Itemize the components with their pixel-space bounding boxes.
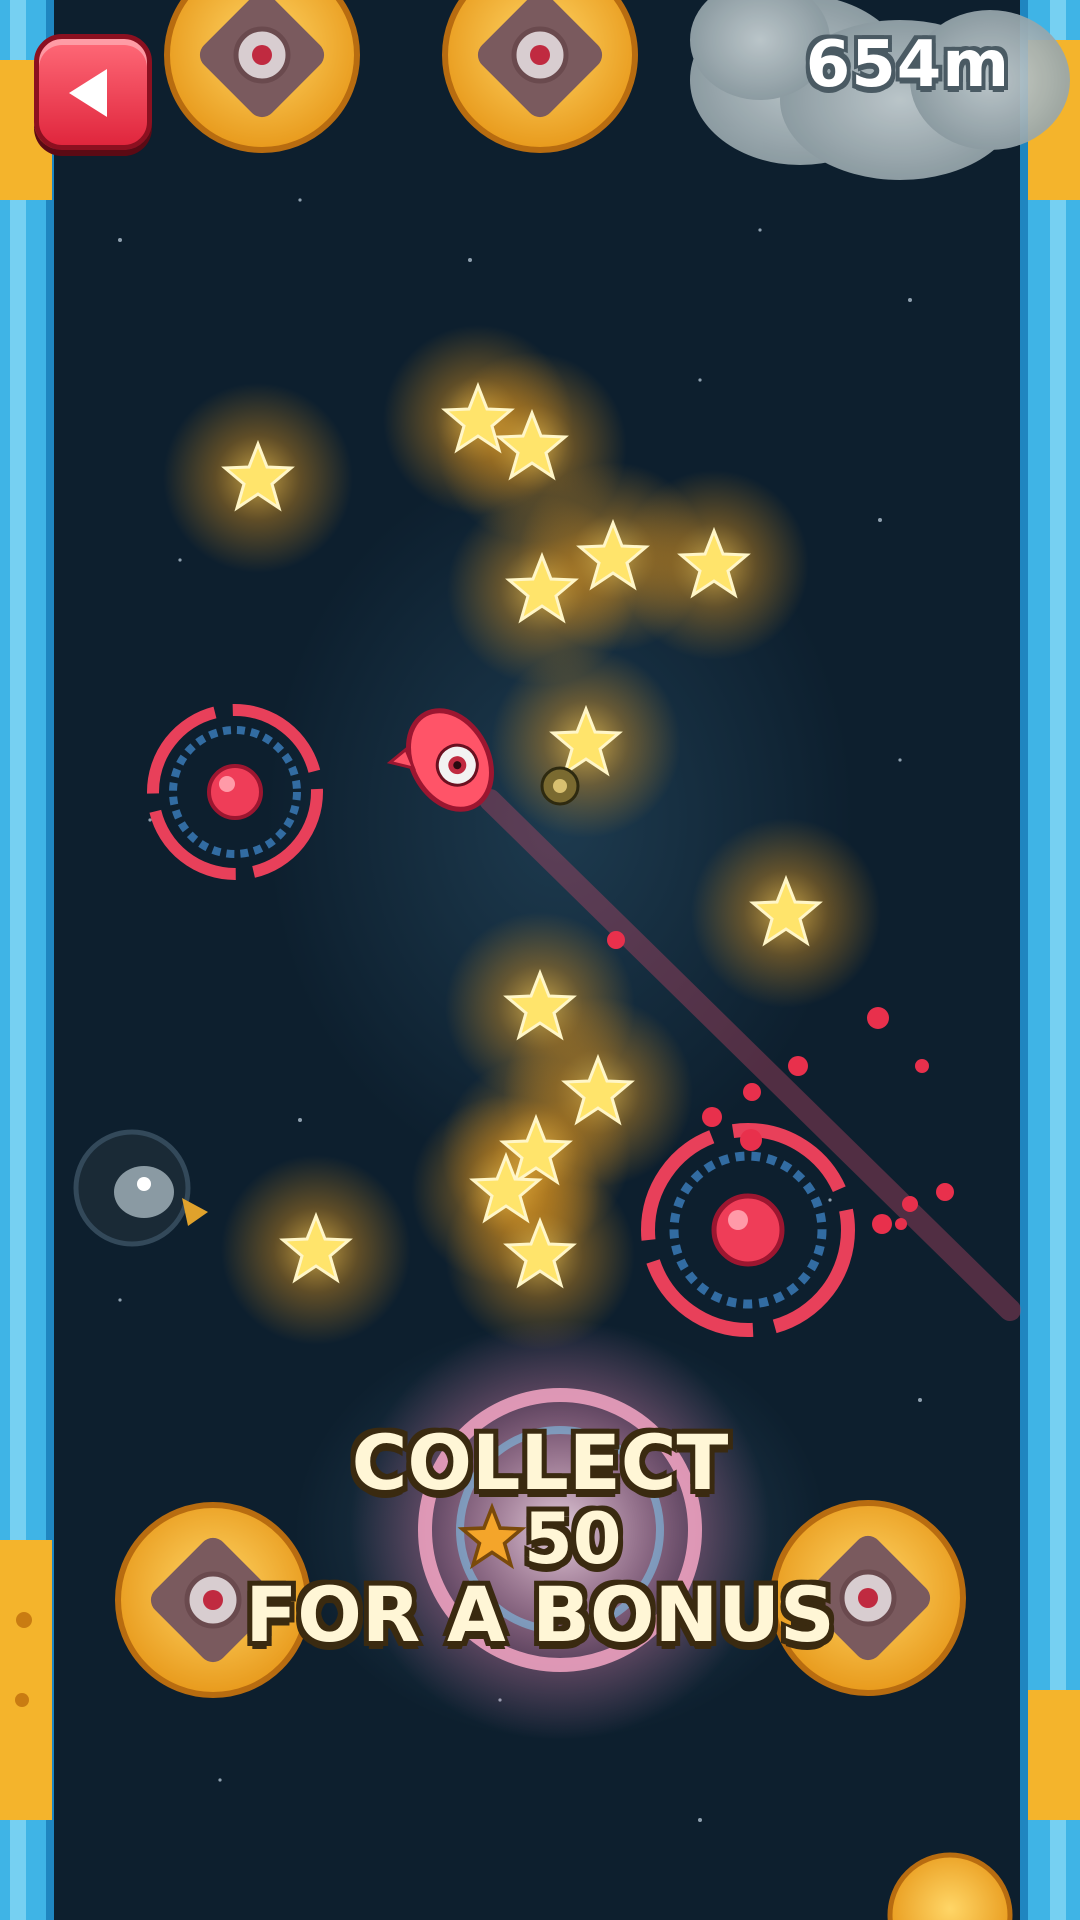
cheese-blade-bottom-corner	[887, 1852, 1013, 1920]
bonus-prompt-count: 50	[524, 1498, 622, 1580]
bumper-left	[147, 704, 323, 880]
bonus-prompt-line3: FOR A BONUS	[245, 1570, 835, 1659]
trapped-bird	[73, 1129, 208, 1247]
cheese-blade-top-center	[442, 0, 638, 153]
game-stage[interactable]: 654m COLLECT 50 FOR A BONUS	[0, 0, 1080, 1920]
back-button[interactable]	[34, 34, 152, 150]
cheese-blade-top-left	[164, 0, 360, 153]
bumper-right	[641, 1123, 855, 1337]
bonus-prompt-line1: COLLECT	[351, 1418, 729, 1507]
back-arrow-icon	[69, 69, 107, 117]
spiky-mine	[540, 766, 580, 806]
distance-readout: 654m	[805, 28, 1010, 102]
